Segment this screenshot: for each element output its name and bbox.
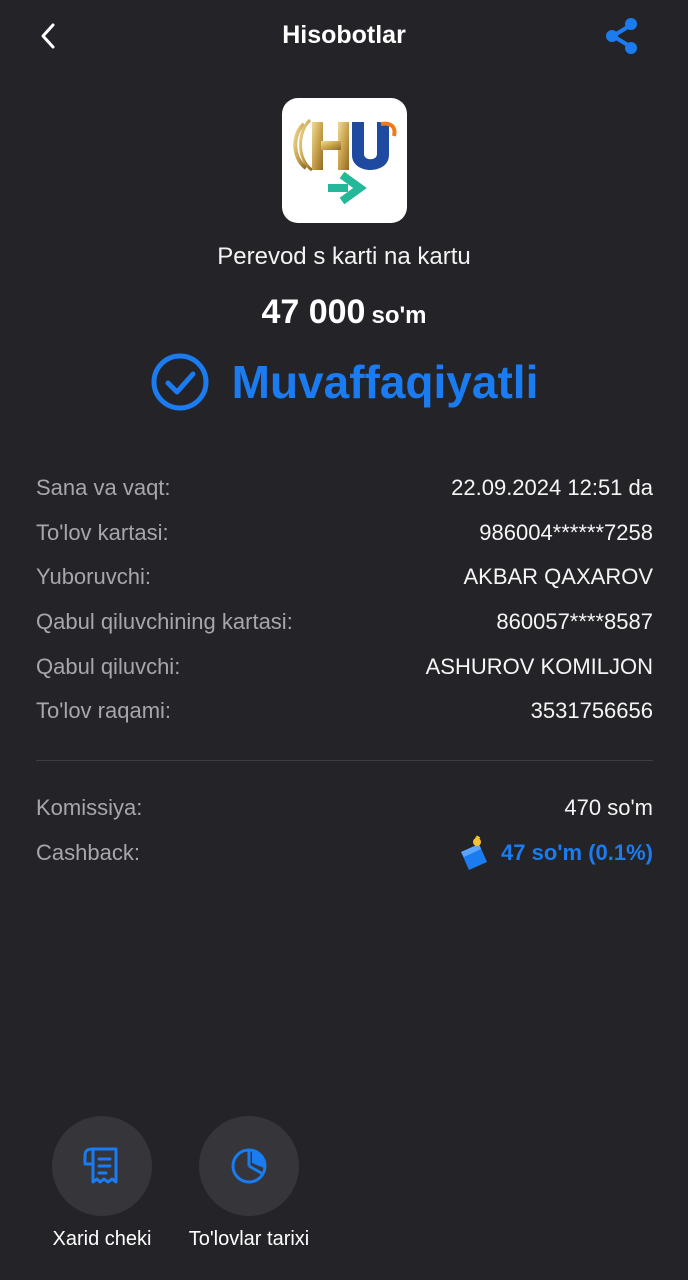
- payments-history-button-circle[interactable]: [199, 1116, 299, 1216]
- amount-currency: so'm: [371, 302, 427, 329]
- cashback-coin-icon: [461, 835, 488, 870]
- receipt-button[interactable]: Xarid cheki: [32, 1116, 172, 1252]
- receipt-icon: [83, 1147, 118, 1184]
- commission-label: Komissiya:: [36, 795, 143, 821]
- share-icon: [606, 18, 637, 54]
- detail-row-payment-card: To'lov kartasi: 986004******7258: [36, 511, 653, 556]
- detail-label: Yuboruvchi:: [36, 564, 151, 590]
- detail-value: AKBAR QAXAROV: [463, 564, 653, 590]
- transaction-details: Sana va vaqt: 22.09.2024 12:51 da To'lov…: [36, 466, 653, 734]
- detail-value: ASHUROV KOMILJON: [425, 653, 653, 679]
- header: Hisobotlar: [0, 0, 688, 72]
- cashback-value: 47 so'm (0.1%): [501, 839, 653, 865]
- detail-label: Qabul qiluvchining kartasi:: [36, 609, 293, 635]
- detail-label: Sana va vaqt:: [36, 475, 171, 501]
- cashback-label: Cashback:: [36, 839, 140, 865]
- check-circle-icon: [151, 353, 209, 411]
- status-indicator: Muvaffaqiyatli: [0, 350, 688, 414]
- receipt-button-label: Xarid cheki: [52, 1228, 152, 1250]
- service-logo: [282, 98, 407, 223]
- status-label: Muvaffaqiyatli: [231, 356, 539, 408]
- cashback-row: Cashback: 47 so'm (0.1%): [36, 831, 653, 876]
- detail-value: 3531756656: [530, 698, 653, 724]
- detail-value: 986004******7258: [479, 519, 653, 545]
- share-button[interactable]: [600, 14, 644, 58]
- cashback-amount: 47 so'm (0.1%): [457, 834, 653, 872]
- detail-row-recipient-card: Qabul qiluvchining kartasi: 860057****85…: [36, 600, 653, 645]
- fees-section: Komissiya: 470 so'm Cashback: 47 so'm (0…: [36, 786, 653, 875]
- detail-label: To'lov kartasi:: [36, 519, 169, 545]
- commission-row: Komissiya: 470 so'm: [36, 786, 653, 831]
- page-title: Hisobotlar: [282, 21, 406, 49]
- action-bar: Xarid cheki To'lovlar tarixi: [0, 1116, 688, 1266]
- transaction-title: Perevod s karti na kartu: [217, 243, 471, 270]
- detail-row-recipient: Qabul qiluvchi: ASHUROV KOMILJON: [36, 644, 653, 689]
- detail-row-sender: Yuboruvchi: AKBAR QAXAROV: [36, 555, 653, 600]
- receipt-button-circle[interactable]: [52, 1116, 152, 1216]
- detail-label: Qabul qiluvchi:: [36, 653, 181, 679]
- detail-row-payment-number: To'lov raqami: 3531756656: [36, 689, 653, 734]
- divider: [36, 760, 653, 761]
- detail-value: 860057****8587: [496, 609, 653, 635]
- pie-chart-icon: [231, 1148, 267, 1184]
- detail-value: 22.09.2024 12:51 da: [451, 475, 653, 501]
- detail-row-date: Sana va vaqt: 22.09.2024 12:51 da: [36, 466, 653, 511]
- payments-history-button-label: To'lovlar tarixi: [188, 1228, 310, 1250]
- transaction-amount: 47 000 so'm: [0, 290, 688, 341]
- amount-value: 47 000: [261, 293, 366, 331]
- detail-label: To'lov raqami:: [36, 698, 172, 724]
- commission-value: 470 so'm: [564, 795, 653, 821]
- payments-history-button[interactable]: To'lovlar tarixi: [179, 1116, 319, 1252]
